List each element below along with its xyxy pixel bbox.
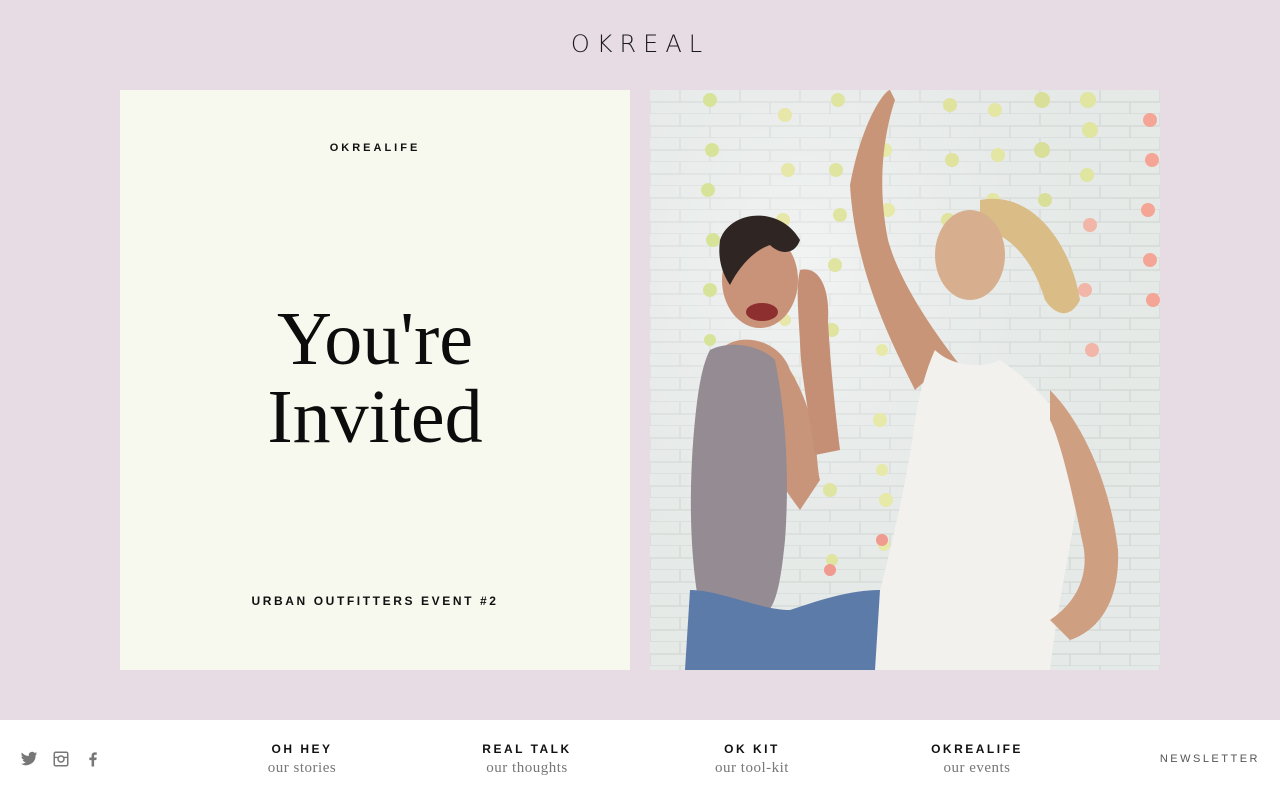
facebook-icon[interactable] <box>84 750 102 768</box>
nav-real-talk-title: REAL TALK <box>482 742 572 756</box>
nav-ok-kit[interactable]: OK KIT our tool-kit <box>672 742 832 777</box>
feature-photo[interactable] <box>650 90 1160 670</box>
twitter-icon[interactable] <box>20 750 38 768</box>
nav-ok-kit-title: OK KIT <box>724 742 780 756</box>
social-links <box>20 750 102 768</box>
feature-category[interactable]: OKREALIFE <box>120 142 630 154</box>
headline-line-1: You're <box>276 297 473 381</box>
newsletter-link[interactable]: NEWSLETTER <box>1160 753 1260 765</box>
nav-oh-hey-subtitle: our stories <box>267 760 337 776</box>
nav-real-talk[interactable]: REAL TALK our thoughts <box>447 742 607 777</box>
feature-subtitle: URBAN OUTFITTERS EVENT #2 <box>251 594 499 608</box>
feature-headline[interactable]: You're Invited <box>120 300 630 456</box>
headline-line-2: Invited <box>267 375 483 459</box>
feature-card[interactable]: OKREALIFE You're Invited URBAN OUTFITTER… <box>120 90 630 670</box>
nav-oh-hey[interactable]: OH HEY our stories <box>222 742 382 777</box>
nav-okrealife-title: OKREALIFE <box>931 742 1023 756</box>
nav-okrealife[interactable]: OKREALIFE our events <box>897 742 1057 777</box>
site-logo[interactable]: OKREAL <box>0 30 1280 58</box>
nav-ok-kit-subtitle: our tool-kit <box>715 760 789 776</box>
instagram-icon[interactable] <box>52 750 70 768</box>
feature-photo-image <box>650 90 1160 670</box>
nav-real-talk-subtitle: our thoughts <box>486 760 568 776</box>
nav-okrealife-subtitle: our events <box>943 760 1011 776</box>
site-footer: OH HEY our stories REAL TALK our thought… <box>0 720 1280 800</box>
nav-oh-hey-title: OH HEY <box>271 742 333 756</box>
